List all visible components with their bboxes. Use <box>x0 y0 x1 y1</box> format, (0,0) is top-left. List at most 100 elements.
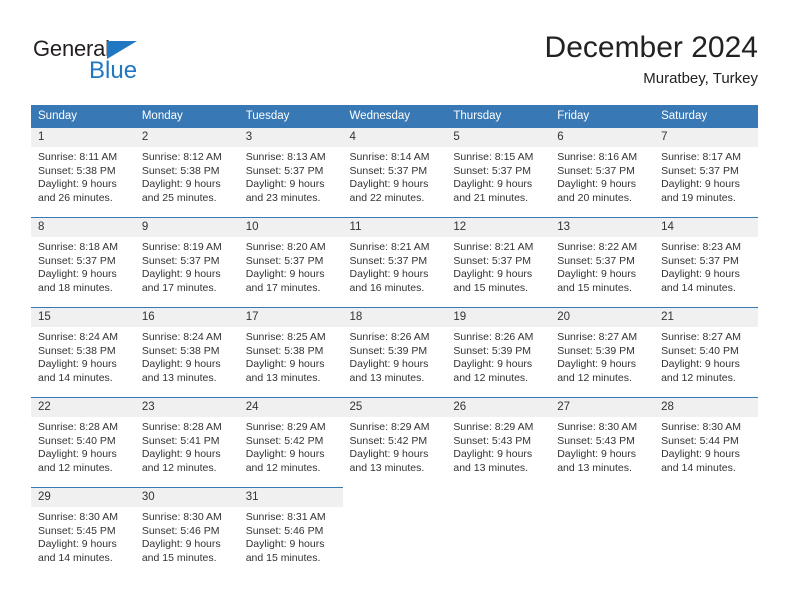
day-details: Sunrise: 8:26 AM Sunset: 5:39 PM Daylight:… <box>446 327 550 385</box>
sunrise-time: Sunrise: 8:21 AM <box>453 241 534 253</box>
calendar-day-cell[interactable]: 2 Sunrise: 8:12 AM Sunset: 5:38 PM Daylight… <box>134 127 239 218</box>
day-number: 29 <box>31 488 135 507</box>
daylight-duration-line2: and 12 minutes. <box>453 371 529 384</box>
calendar-day-cell[interactable]: 16 Sunrise: 8:24 AM Sunset: 5:38 PM Dayligh… <box>134 307 239 398</box>
day-number: 14 <box>654 218 758 237</box>
day-number: 27 <box>550 398 655 417</box>
sunset-time: Sunset: 5:43 PM <box>453 434 532 447</box>
calendar-day-cell[interactable]: 13 Sunrise: 8:22 AM Sunset: 5:37 PM Dayligh… <box>550 217 655 308</box>
calendar-day-cell[interactable]: 8 Sunrise: 8:18 AM Sunset: 5:37 PM Daylight… <box>31 217 135 308</box>
daylight-duration-line2: and 13 minutes. <box>245 371 321 384</box>
calendar-day-cell[interactable]: 26 Sunrise: 8:29 AM Sunset: 5:43 PM Dayligh… <box>446 397 551 488</box>
calendar-cell-empty <box>446 487 551 578</box>
sunrise-time: Sunrise: 8:26 AM <box>349 331 430 343</box>
daylight-duration-line2: and 12 minutes. <box>245 461 321 474</box>
day-number <box>446 487 551 507</box>
day-details: Sunrise: 8:29 AM Sunset: 5:42 PM Daylight:… <box>343 417 447 475</box>
sunset-time: Sunset: 5:37 PM <box>349 254 428 267</box>
daylight-duration-line2: and 12 minutes. <box>661 371 736 384</box>
daylight-duration-line2: and 17 minutes. <box>245 281 321 294</box>
calendar-day-cell[interactable]: 20 Sunrise: 8:27 AM Sunset: 5:39 PM Dayligh… <box>550 307 655 398</box>
calendar-day-cell[interactable]: 14 Sunrise: 8:23 AM Sunset: 5:37 PM Dayligh… <box>654 217 758 308</box>
page-subtitle: Muratbey, Turkey <box>643 70 758 87</box>
calendar-day-cell[interactable]: 28 Sunrise: 8:30 AM Sunset: 5:44 PM Dayligh… <box>654 397 758 488</box>
sunset-time: Sunset: 5:39 PM <box>349 344 428 357</box>
calendar-day-cell[interactable]: 27 Sunrise: 8:30 AM Sunset: 5:43 PM Dayligh… <box>550 397 655 488</box>
sunset-time: Sunset: 5:43 PM <box>557 434 635 447</box>
day-details: Sunrise: 8:27 AM Sunset: 5:39 PM Daylight:… <box>550 327 654 385</box>
sunset-time: Sunset: 5:45 PM <box>38 524 116 537</box>
day-number: 24 <box>238 398 343 417</box>
weekday-header-sunday: Sunday <box>31 105 135 128</box>
sunrise-time: Sunrise: 8:24 AM <box>38 331 118 343</box>
sunrise-time: Sunrise: 8:31 AM <box>245 511 326 523</box>
day-number: 22 <box>31 398 135 417</box>
day-details: Sunrise: 8:30 AM Sunset: 5:44 PM Daylight:… <box>654 417 758 475</box>
sunrise-time: Sunrise: 8:19 AM <box>141 241 222 253</box>
sunrise-time: Sunrise: 8:16 AM <box>557 151 638 163</box>
day-details: Sunrise: 8:28 AM Sunset: 5:41 PM Daylight:… <box>135 417 239 475</box>
general-blue-logo[interactable]: General Blue <box>33 36 233 86</box>
day-number: 1 <box>31 128 135 147</box>
sunrise-time: Sunrise: 8:11 AM <box>38 151 118 163</box>
calendar-day-cell[interactable]: 25 Sunrise: 8:29 AM Sunset: 5:42 PM Dayligh… <box>342 397 447 488</box>
sunrise-time: Sunrise: 8:13 AM <box>245 151 326 163</box>
daylight-duration-line1: Daylight: 9 hours <box>38 358 117 371</box>
sunset-time: Sunset: 5:37 PM <box>557 254 635 267</box>
daylight-duration-line1: Daylight: 9 hours <box>453 448 533 461</box>
sunrise-time: Sunrise: 8:25 AM <box>245 331 326 343</box>
day-details: Sunrise: 8:22 AM Sunset: 5:37 PM Daylight:… <box>550 237 654 295</box>
calendar-day-cell[interactable]: 23 Sunrise: 8:28 AM Sunset: 5:41 PM Dayligh… <box>134 397 239 488</box>
daylight-duration-line2: and 15 minutes. <box>245 551 321 564</box>
calendar-day-cell[interactable]: 6 Sunrise: 8:16 AM Sunset: 5:37 PM Daylight… <box>550 127 655 218</box>
daylight-duration-line2: and 25 minutes. <box>141 191 217 204</box>
day-details: Sunrise: 8:20 AM Sunset: 5:37 PM Daylight:… <box>239 237 343 295</box>
calendar-week-row: 8 Sunrise: 8:18 AM Sunset: 5:37 PM Daylight… <box>31 217 758 308</box>
day-number <box>550 487 655 507</box>
weekday-header-monday: Monday <box>134 105 239 128</box>
calendar-day-cell[interactable]: 31 Sunrise: 8:31 AM Sunset: 5:46 PM Dayligh… <box>238 487 343 578</box>
calendar-day-cell[interactable]: 10 Sunrise: 8:20 AM Sunset: 5:37 PM Dayligh… <box>238 217 343 308</box>
calendar-day-cell[interactable]: 15 Sunrise: 8:24 AM Sunset: 5:38 PM Dayligh… <box>31 307 135 398</box>
sunset-time: Sunset: 5:37 PM <box>661 254 739 267</box>
daylight-duration-line2: and 21 minutes. <box>453 191 529 204</box>
sunset-time: Sunset: 5:38 PM <box>141 344 220 357</box>
calendar-day-cell[interactable]: 17 Sunrise: 8:25 AM Sunset: 5:38 PM Dayligh… <box>238 307 343 398</box>
daylight-duration-line1: Daylight: 9 hours <box>245 178 325 191</box>
calendar-cell-empty <box>550 487 655 578</box>
calendar-grid: Sunday Monday Tuesday Wednesday Thursday… <box>31 105 758 578</box>
sunrise-time: Sunrise: 8:18 AM <box>38 241 118 253</box>
calendar-day-cell[interactable]: 19 Sunrise: 8:26 AM Sunset: 5:39 PM Dayligh… <box>446 307 551 398</box>
calendar-day-cell[interactable]: 30 Sunrise: 8:30 AM Sunset: 5:46 PM Dayligh… <box>134 487 239 578</box>
daylight-duration-line1: Daylight: 9 hours <box>245 538 325 551</box>
weekday-header-tuesday: Tuesday <box>238 105 343 128</box>
calendar-day-cell[interactable]: 21 Sunrise: 8:27 AM Sunset: 5:40 PM Dayligh… <box>654 307 758 398</box>
day-number: 23 <box>134 398 239 417</box>
calendar-day-cell[interactable]: 9 Sunrise: 8:19 AM Sunset: 5:37 PM Daylight… <box>134 217 239 308</box>
calendar-day-cell[interactable]: 1 Sunrise: 8:11 AM Sunset: 5:38 PM Daylight… <box>31 127 135 218</box>
calendar-day-cell[interactable]: 4 Sunrise: 8:14 AM Sunset: 5:37 PM Daylight… <box>342 127 447 218</box>
logo-text-blue: Blue <box>89 57 138 84</box>
sunrise-time: Sunrise: 8:27 AM <box>661 331 742 343</box>
title-block: December 2024 Muratbey, Turkey <box>545 30 758 90</box>
daylight-duration-line1: Daylight: 9 hours <box>349 448 429 461</box>
calendar-day-cell[interactable]: 7 Sunrise: 8:17 AM Sunset: 5:37 PM Daylight… <box>654 127 758 218</box>
calendar-day-cell[interactable]: 3 Sunrise: 8:13 AM Sunset: 5:37 PM Daylight… <box>238 127 343 218</box>
day-number: 28 <box>654 398 758 417</box>
daylight-duration-line1: Daylight: 9 hours <box>557 178 637 191</box>
calendar-day-cell[interactable]: 5 Sunrise: 8:15 AM Sunset: 5:37 PM Daylight… <box>446 127 551 218</box>
calendar-day-cell[interactable]: 24 Sunrise: 8:29 AM Sunset: 5:42 PM Dayligh… <box>238 397 343 488</box>
calendar-day-cell[interactable]: 12 Sunrise: 8:21 AM Sunset: 5:37 PM Dayligh… <box>446 217 551 308</box>
sunrise-time: Sunrise: 8:21 AM <box>349 241 430 253</box>
calendar-day-cell[interactable]: 22 Sunrise: 8:28 AM Sunset: 5:40 PM Dayligh… <box>31 397 135 488</box>
daylight-duration-line2: and 26 minutes. <box>38 191 113 204</box>
sunrise-time: Sunrise: 8:29 AM <box>245 421 326 433</box>
calendar-day-cell[interactable]: 11 Sunrise: 8:21 AM Sunset: 5:37 PM Dayligh… <box>342 217 447 308</box>
day-details: Sunrise: 8:14 AM Sunset: 5:37 PM Daylight:… <box>343 147 447 205</box>
daylight-duration-line2: and 13 minutes. <box>557 461 632 474</box>
calendar-day-cell[interactable]: 29 Sunrise: 8:30 AM Sunset: 5:45 PM Dayligh… <box>31 487 135 578</box>
calendar-day-cell[interactable]: 18 Sunrise: 8:26 AM Sunset: 5:39 PM Dayligh… <box>342 307 447 398</box>
day-number: 26 <box>446 398 551 417</box>
sunrise-time: Sunrise: 8:30 AM <box>38 511 118 523</box>
sunrise-time: Sunrise: 8:29 AM <box>349 421 430 433</box>
